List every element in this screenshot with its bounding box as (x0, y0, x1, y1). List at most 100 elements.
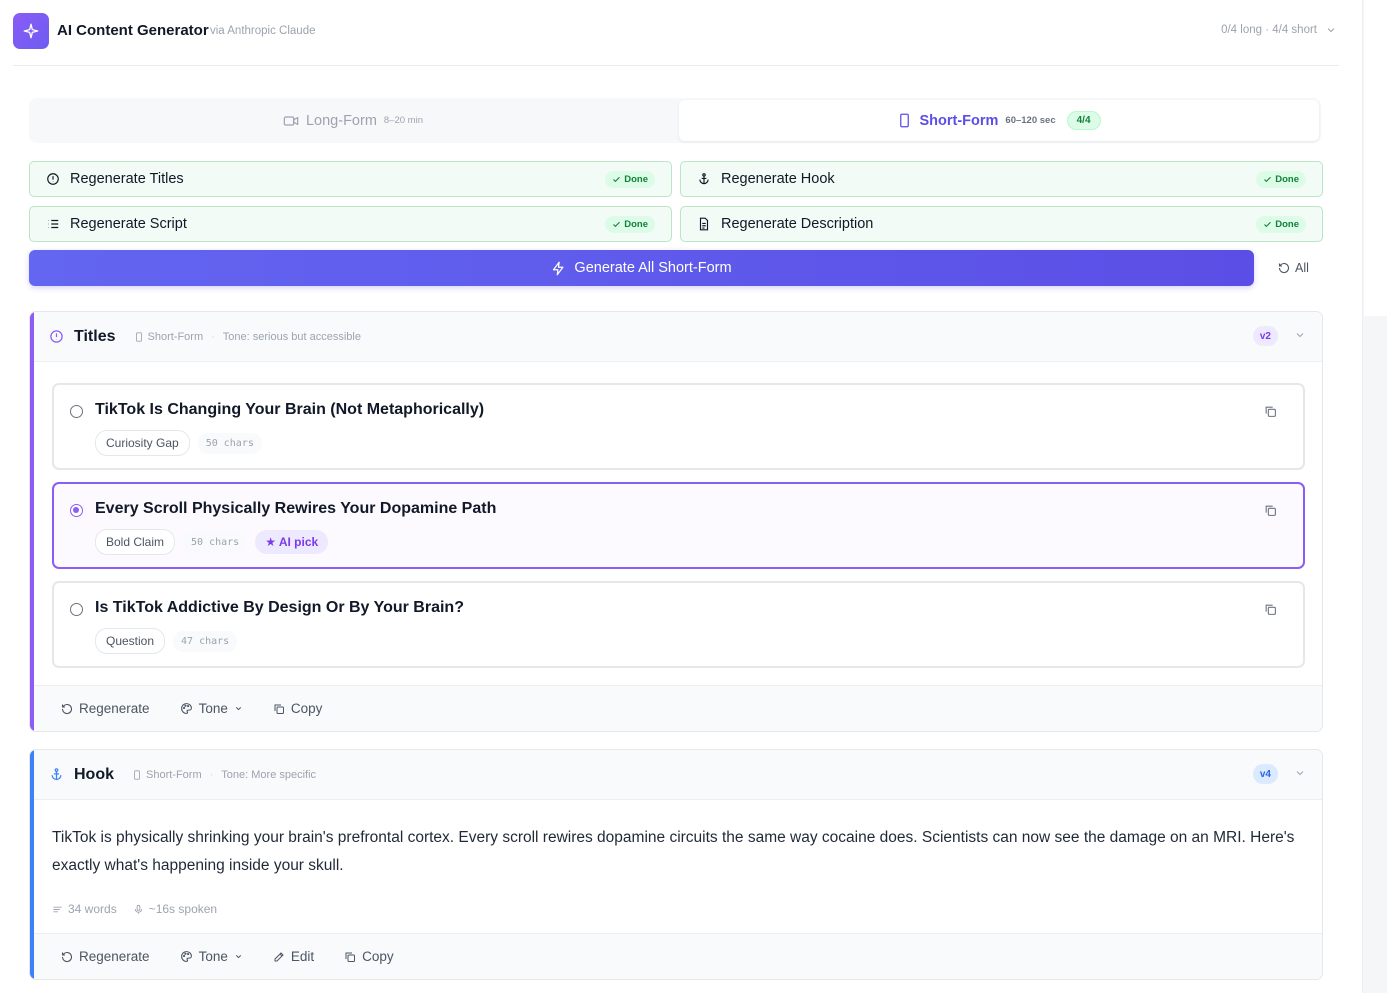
tone-dropdown[interactable]: Tone (180, 949, 243, 964)
title-option[interactable]: Is TikTok Addictive By Design Or By Your… (52, 581, 1305, 668)
phone-icon (900, 113, 910, 128)
palette-icon (180, 951, 192, 962)
tab-short-form[interactable]: Short-Form 60–120 sec 4/4 (679, 100, 1319, 141)
text-lines-icon (53, 906, 62, 912)
check-icon (613, 221, 621, 227)
version-badge: v2 (1252, 326, 1278, 346)
video-icon (283, 115, 299, 126)
regenerate-hook-button[interactable]: Regenerate Hook Done (680, 161, 1323, 197)
status-badge: Done (1256, 215, 1306, 233)
title-option-tags: Question 47 chars (95, 628, 238, 654)
tab-short-form-duration: 60–120 sec (1005, 115, 1056, 126)
regenerate-hook-label: Regenerate Hook (721, 171, 835, 187)
edit-button[interactable]: Edit (273, 949, 314, 964)
hook-text: TikTok is physically shrinking your brai… (52, 829, 1295, 874)
chevron-down-icon[interactable] (1294, 767, 1306, 779)
copy-label: Copy (290, 701, 323, 716)
style-tag: Bold Claim (95, 529, 176, 555)
titles-accent-bar (30, 312, 34, 731)
regenerate-label: Regenerate (79, 949, 150, 964)
regenerate-script-button[interactable]: Regenerate Script Done (29, 206, 672, 242)
title-option[interactable]: TikTok Is Changing Your Brain (Not Metap… (52, 383, 1305, 470)
status-badge-label: Done (624, 218, 648, 230)
check-icon (613, 176, 621, 182)
app-title: AI Content Generator (57, 22, 209, 39)
status-badge: Done (605, 215, 655, 233)
copy-icon (345, 952, 356, 962)
copy-icon[interactable] (1264, 603, 1277, 616)
anchor-icon (699, 173, 709, 185)
generate-all-button[interactable]: Generate All Short-Form (29, 250, 1254, 286)
refresh-icon (1278, 262, 1290, 274)
regenerate-script-label: Regenerate Script (70, 216, 187, 232)
edit-icon (274, 951, 284, 961)
tone-dropdown[interactable]: Tone (180, 701, 243, 716)
radio-button[interactable] (70, 603, 83, 616)
copy-label: Copy (362, 949, 394, 964)
document-icon (699, 217, 709, 231)
char-count: 47 chars (173, 630, 238, 652)
word-count: 34 words (52, 902, 117, 916)
section-title: Hook (74, 765, 114, 783)
tab-short-form-badge: 4/4 (1066, 111, 1101, 130)
regenerate-description-label: Regenerate Description (721, 216, 874, 232)
copy-icon[interactable] (1264, 504, 1277, 517)
regenerate-titles-button[interactable]: Regenerate Titles Done (29, 161, 672, 197)
copy-button[interactable]: Copy (273, 701, 323, 716)
tab-short-form-label: Short-Form (919, 112, 999, 129)
hook-section-footer: Regenerate Tone Edit Copy (34, 933, 1322, 979)
scrollbar-thumb[interactable] (1364, 0, 1387, 316)
regenerate-description-button[interactable]: Regenerate Description Done (680, 206, 1323, 242)
title-option-text: Is TikTok Addictive By Design Or By Your… (95, 599, 464, 616)
char-count: 50 chars (183, 531, 248, 553)
phone-icon (135, 331, 142, 342)
spoken-duration: ~16s spoken (133, 902, 217, 916)
generate-all-label: Generate All Short-Form (574, 260, 732, 276)
copy-icon (274, 704, 284, 714)
regenerate-titles-label: Regenerate Titles (70, 171, 184, 187)
tab-long-form-duration: 8–20 min (383, 115, 423, 126)
chevron-down-icon (235, 955, 241, 959)
radio-button[interactable] (70, 504, 83, 517)
style-tag: Curiosity Gap (95, 430, 190, 456)
regenerate-button[interactable]: Regenerate (61, 701, 150, 716)
radio-selected-dot (73, 507, 79, 513)
sparkle-icon (13, 13, 49, 49)
spoken-duration-label: ~16s spoken (148, 902, 218, 916)
regenerate-button[interactable]: Regenerate (61, 949, 150, 964)
title-option-text: Every Scroll Physically Rewires Your Dop… (95, 500, 497, 517)
radio-button[interactable] (70, 405, 83, 418)
separator: · (211, 330, 215, 343)
edit-label: Edit (290, 949, 315, 964)
status-badge: Done (1256, 170, 1306, 188)
status-badge-label: Done (624, 173, 648, 185)
copy-button[interactable]: Copy (344, 949, 394, 964)
copy-icon[interactable] (1264, 405, 1277, 418)
title-option-tags: Curiosity Gap 50 chars (95, 430, 262, 456)
status-badge: Done (605, 170, 655, 188)
alert-circle-icon (50, 330, 63, 343)
anchor-icon (51, 768, 62, 781)
hook-section-header[interactable]: Hook Short-Form · Tone: More specific v4 (34, 750, 1322, 800)
check-icon (1264, 176, 1272, 182)
phone-icon (134, 769, 140, 780)
hook-section: Hook Short-Form · Tone: More specific v4… (29, 749, 1323, 980)
regenerate-all-button[interactable]: All (1266, 250, 1321, 286)
app-header: AI Content Generator via Anthropic Claud… (13, 0, 1339, 66)
lightning-icon (553, 261, 564, 275)
title-option-selected[interactable]: Every Scroll Physically Rewires Your Dop… (52, 482, 1305, 569)
format-meta: Short-Form (134, 331, 203, 343)
version-badge: v4 (1252, 764, 1278, 784)
tab-long-form[interactable]: Long-Form 8–20 min (29, 98, 677, 143)
title-option-tags: Bold Claim 50 chars ★ AI pick (95, 529, 329, 555)
word-count-label: 34 words (68, 902, 117, 916)
hook-stats: 34 words ~16s spoken (52, 902, 217, 916)
titles-section-header[interactable]: Titles Short-Form · Tone: serious but ac… (34, 312, 1322, 362)
chevron-down-icon (1327, 28, 1335, 33)
regenerate-label: Regenerate (79, 701, 150, 716)
format-label: Short-Form (146, 768, 202, 781)
tone-meta: Tone: More specific (221, 768, 317, 781)
section-title: Titles (74, 327, 116, 345)
chevron-down-icon[interactable] (1294, 329, 1306, 341)
progress-status-dropdown[interactable]: 0/4 long · 4/4 short (1221, 24, 1337, 36)
